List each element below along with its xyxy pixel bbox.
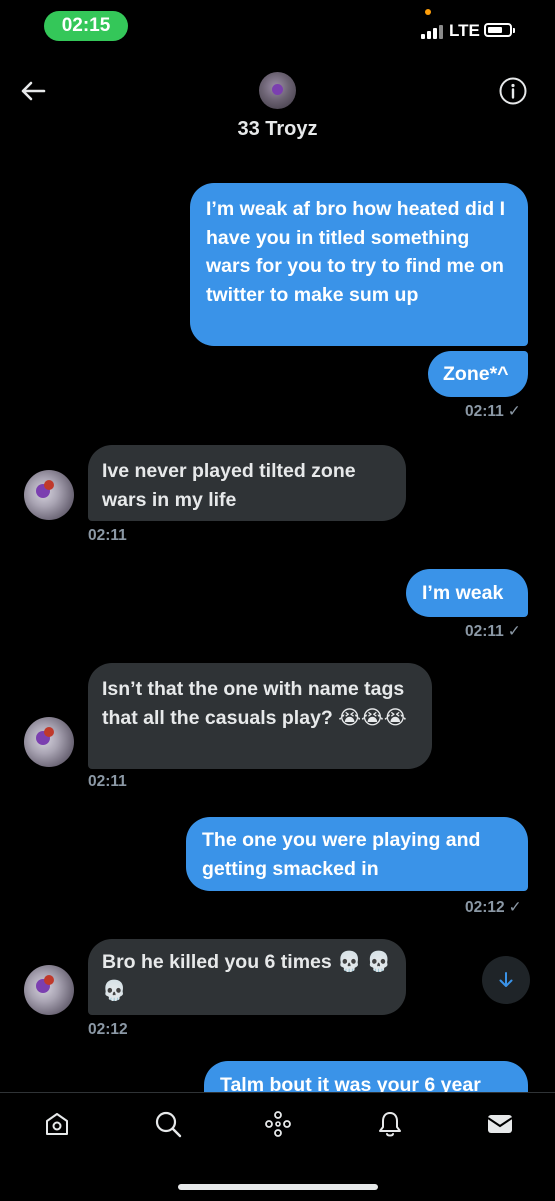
sender-avatar[interactable] xyxy=(24,965,74,1015)
sent-check-icon: ✓ xyxy=(507,623,521,640)
home-indicator[interactable] xyxy=(178,1184,378,1190)
message-bubble-outgoing[interactable]: I’m weak af bro how heated did I have yo… xyxy=(190,183,528,346)
message-list[interactable]: I’m weak af bro how heated did I have yo… xyxy=(0,152,555,1092)
conversation-header: 33 Troyz xyxy=(0,52,555,152)
home-icon[interactable] xyxy=(42,1109,72,1139)
bell-icon[interactable] xyxy=(375,1109,405,1139)
privacy-indicator-dot xyxy=(425,9,431,15)
message-bubble-outgoing[interactable]: Zone*^ xyxy=(428,351,528,397)
message-bubble-outgoing[interactable]: I’m weak xyxy=(406,569,528,617)
info-icon[interactable] xyxy=(498,76,528,106)
scroll-to-bottom-button[interactable] xyxy=(482,956,530,1004)
arrow-left-icon[interactable] xyxy=(18,76,48,106)
status-bar: 02:15 LTE xyxy=(0,0,555,52)
network-label: LTE xyxy=(449,21,480,40)
message-bubble-incoming[interactable]: Ive never played tilted zone wars in my … xyxy=(88,445,406,521)
message-timestamp: 02:11 ✓ xyxy=(465,403,521,420)
sender-avatar[interactable] xyxy=(24,717,74,767)
signal-icon xyxy=(421,25,443,39)
search-icon[interactable] xyxy=(153,1109,183,1139)
spaces-icon[interactable] xyxy=(263,1109,293,1139)
message-bubble-incoming[interactable]: Bro he killed you 6 times 💀 💀💀 xyxy=(88,939,406,1015)
arrow-down-icon xyxy=(499,972,513,987)
message-timestamp: 02:11 ✓ xyxy=(465,623,521,640)
message-timestamp: 02:12 xyxy=(88,1021,128,1038)
message-bubble-incoming[interactable]: Isn’t that the one with name tags that a… xyxy=(88,663,432,769)
contact-avatar[interactable] xyxy=(259,72,296,109)
status-time: 02:15 xyxy=(44,11,128,41)
mail-icon[interactable] xyxy=(485,1109,515,1139)
message-bubble-outgoing[interactable]: The one you were playing and getting sma… xyxy=(186,817,528,891)
sender-avatar[interactable] xyxy=(24,470,74,520)
message-timestamp: 02:12 ✓ xyxy=(465,899,522,916)
contact-name[interactable]: 33 Troyz xyxy=(0,118,555,141)
message-timestamp: 02:11 xyxy=(88,773,127,790)
sent-check-icon: ✓ xyxy=(508,899,522,916)
message-timestamp: 02:11 xyxy=(88,527,127,544)
message-bubble-outgoing[interactable]: Talm bout it was your 6 year xyxy=(204,1061,528,1092)
battery-icon xyxy=(484,23,515,37)
sent-check-icon: ✓ xyxy=(507,403,521,420)
